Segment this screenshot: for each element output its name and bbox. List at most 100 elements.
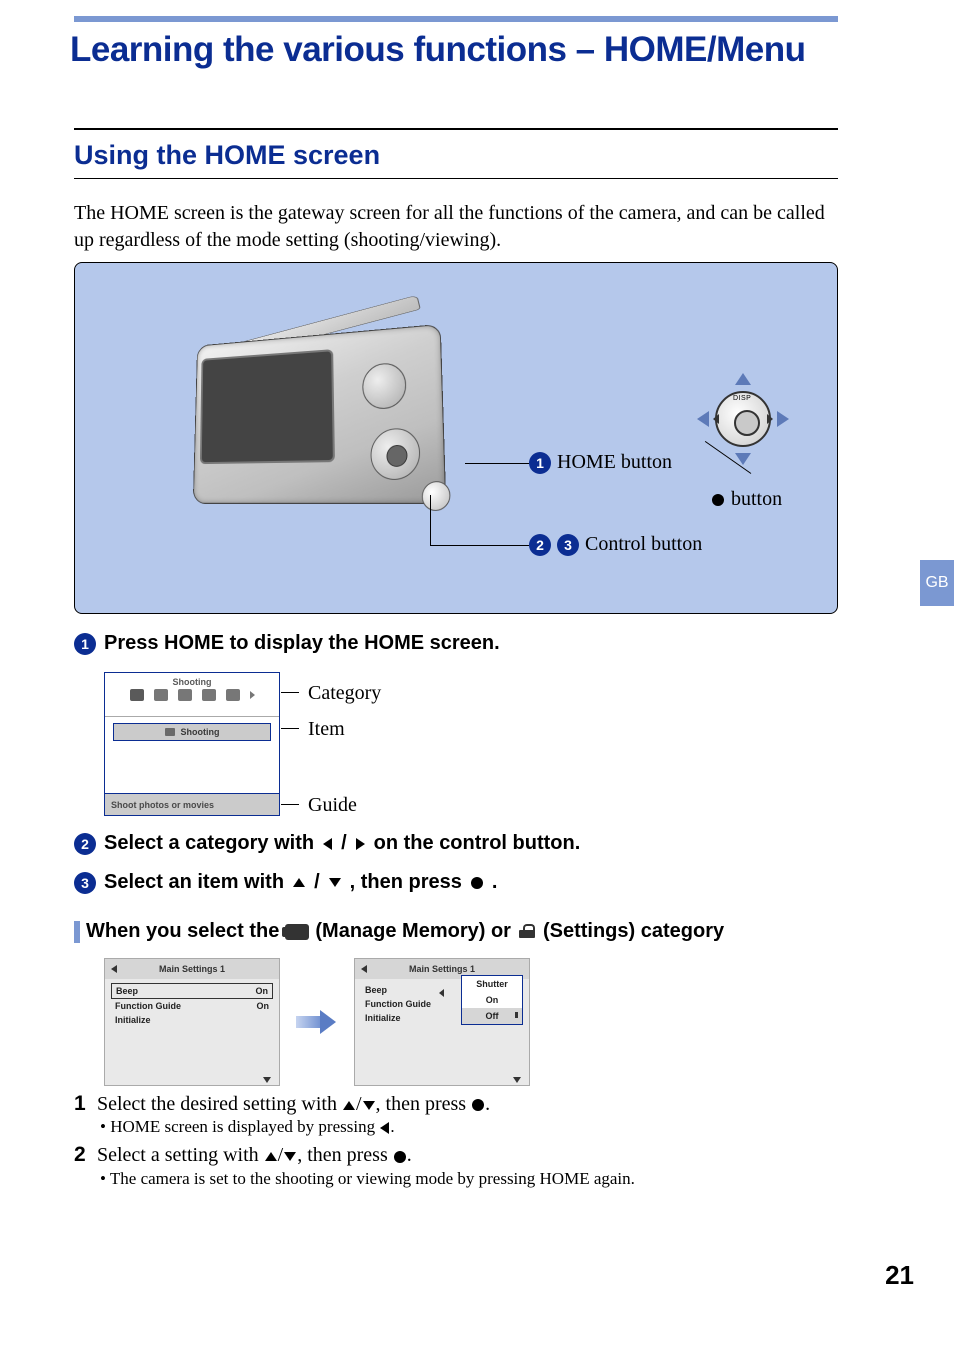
step-3-text-pre: Select an item with <box>104 871 284 894</box>
control-button-diagram: DISP <box>687 363 799 475</box>
memory-icon <box>202 689 216 701</box>
ss2-guide-label: Function Guide <box>365 999 431 1009</box>
ss1-row-guide: Function Guide On <box>111 999 273 1013</box>
step-2-text-post: on the control button. <box>374 832 581 855</box>
subsection-heading: When you select the (Manage Memory) or (… <box>74 920 724 943</box>
playback-icon <box>154 689 168 701</box>
tick-left-icon <box>713 414 719 424</box>
hs-leader-item <box>281 728 299 729</box>
callout-control-button: 2 3 Control button <box>529 533 702 556</box>
sub-mem: (Manage Memory) or <box>315 920 511 943</box>
chapter-title: Learning the various functions – HOME/Me… <box>70 30 805 70</box>
ss2-row-guide: Function Guide <box>361 997 441 1011</box>
ss1-beep-value: On <box>256 986 269 996</box>
triangle-left-icon <box>323 838 332 850</box>
camera-home-button-graphic <box>422 480 451 511</box>
center-dot-icon-3 <box>472 1099 484 1111</box>
scroll-down-icon-1 <box>263 1077 271 1083</box>
triangle-down-icon <box>329 878 341 887</box>
page-number: 21 <box>885 1260 914 1291</box>
ss2-popup: Shutter On Off <box>461 975 523 1025</box>
hs-leader-guide <box>281 804 299 805</box>
list-item-1: 1 Select the desired setting with /, the… <box>74 1090 838 1139</box>
li1-post: . <box>485 1093 490 1115</box>
subsection-bar-icon <box>74 921 80 943</box>
toolbox-icon <box>226 689 240 701</box>
step-1-text: Press HOME to display the HOME screen. <box>104 632 500 655</box>
arrow-shaft <box>296 1016 322 1028</box>
section-rule-top <box>74 128 838 130</box>
leader-line-home <box>465 463 529 464</box>
hs-item-row: Shooting <box>113 723 271 741</box>
arrow-right-icon <box>777 411 789 427</box>
center-dot-icon <box>712 494 724 506</box>
intro-paragraph: The HOME screen is the gateway screen fo… <box>74 200 838 254</box>
leader-line-ctrl-v <box>430 495 431 545</box>
camera-icon <box>130 689 144 701</box>
ss1-guide-value: On <box>257 1001 270 1011</box>
hs-category-icons <box>105 689 279 701</box>
li2-mid: , then press <box>297 1144 393 1166</box>
callout-home-button: 1 HOME button <box>529 451 672 474</box>
language-tab: GB <box>920 560 954 606</box>
step-badge-3: 3 <box>74 872 96 894</box>
ss1-list: Beep On Function Guide On Initialize <box>105 979 279 1031</box>
li1-mid: , then press <box>376 1093 472 1115</box>
center-dot-icon-2 <box>471 877 483 889</box>
tick-right-icon <box>767 414 773 424</box>
hs-guide-text: Shoot photos or movies <box>111 800 214 810</box>
manage-memory-icon <box>285 924 309 940</box>
li1-sub-pre: • HOME screen is displayed by pressing <box>100 1117 379 1136</box>
settings-toolbox-icon <box>517 924 537 940</box>
camera-lcd <box>200 349 335 464</box>
section-title: Using the HOME screen <box>74 140 380 171</box>
callout-home-label: HOME button <box>557 451 672 474</box>
step-3-text-post: . <box>492 871 498 894</box>
hs-callout-category: Category <box>308 682 381 705</box>
callout-dot-label: button <box>731 488 782 511</box>
triangle-up-icon-2 <box>343 1101 355 1110</box>
hs-category-row: Shooting <box>105 673 279 717</box>
list-number-2: 2 <box>74 1141 92 1169</box>
chapter-top-bar <box>74 16 838 22</box>
ss1-title: Main Settings 1 <box>105 959 279 979</box>
home-screen-mockup: Shooting Shooting Shoot photos or movies <box>104 672 280 816</box>
step-badge-2: 2 <box>74 833 96 855</box>
callout-badge-2: 2 <box>529 534 551 556</box>
settings-screen-1: Main Settings 1 Beep On Function Guide O… <box>104 958 280 1086</box>
triangle-right-icon <box>356 838 365 850</box>
hs-callout-guide: Guide <box>308 794 357 817</box>
ss2-title-text: Main Settings 1 <box>409 964 475 974</box>
hs-item-icon <box>165 728 175 736</box>
leader-line-ctrl-h <box>430 545 529 546</box>
ss2-row-init: Initialize <box>361 1011 441 1025</box>
arrow-up-icon <box>735 373 751 385</box>
callout-badge-1: 1 <box>529 452 551 474</box>
caret-left-icon <box>439 989 444 997</box>
callout-ctrl-label: Control button <box>585 533 702 556</box>
transition-arrow <box>296 1010 338 1034</box>
back-arrow-icon-2 <box>361 965 367 973</box>
popup-opt-off: Off <box>462 1008 522 1024</box>
li1-sub-post: . <box>390 1117 394 1136</box>
camera-diagram-panel: 1 HOME button button 2 3 Control button … <box>74 262 838 614</box>
step-3-text-mid: , then press <box>350 871 462 894</box>
li2-sub: • The camera is set to the shooting or v… <box>100 1168 838 1191</box>
disp-label: DISP <box>733 395 751 402</box>
hs-guide-row: Shoot photos or movies <box>105 793 279 815</box>
arrow-down-icon <box>735 453 751 465</box>
arrow-head-icon <box>320 1010 336 1034</box>
triangle-left-icon-2 <box>380 1122 389 1134</box>
callout-center-button: button <box>711 488 782 511</box>
hs-leader-category <box>281 692 299 693</box>
sub-set: (Settings) category <box>543 920 724 943</box>
ss1-row-init: Initialize <box>111 1013 273 1027</box>
triangle-down-icon-3 <box>284 1152 296 1161</box>
scroll-right-icon <box>250 691 255 699</box>
back-arrow-icon <box>111 965 117 973</box>
step-badge-1: 1 <box>74 633 96 655</box>
center-dot-icon-4 <box>394 1151 406 1163</box>
triangle-up-icon <box>293 878 305 887</box>
hs-item-label: Shooting <box>181 727 220 737</box>
step-2: 2 Select a category with / on the contro… <box>74 832 580 855</box>
